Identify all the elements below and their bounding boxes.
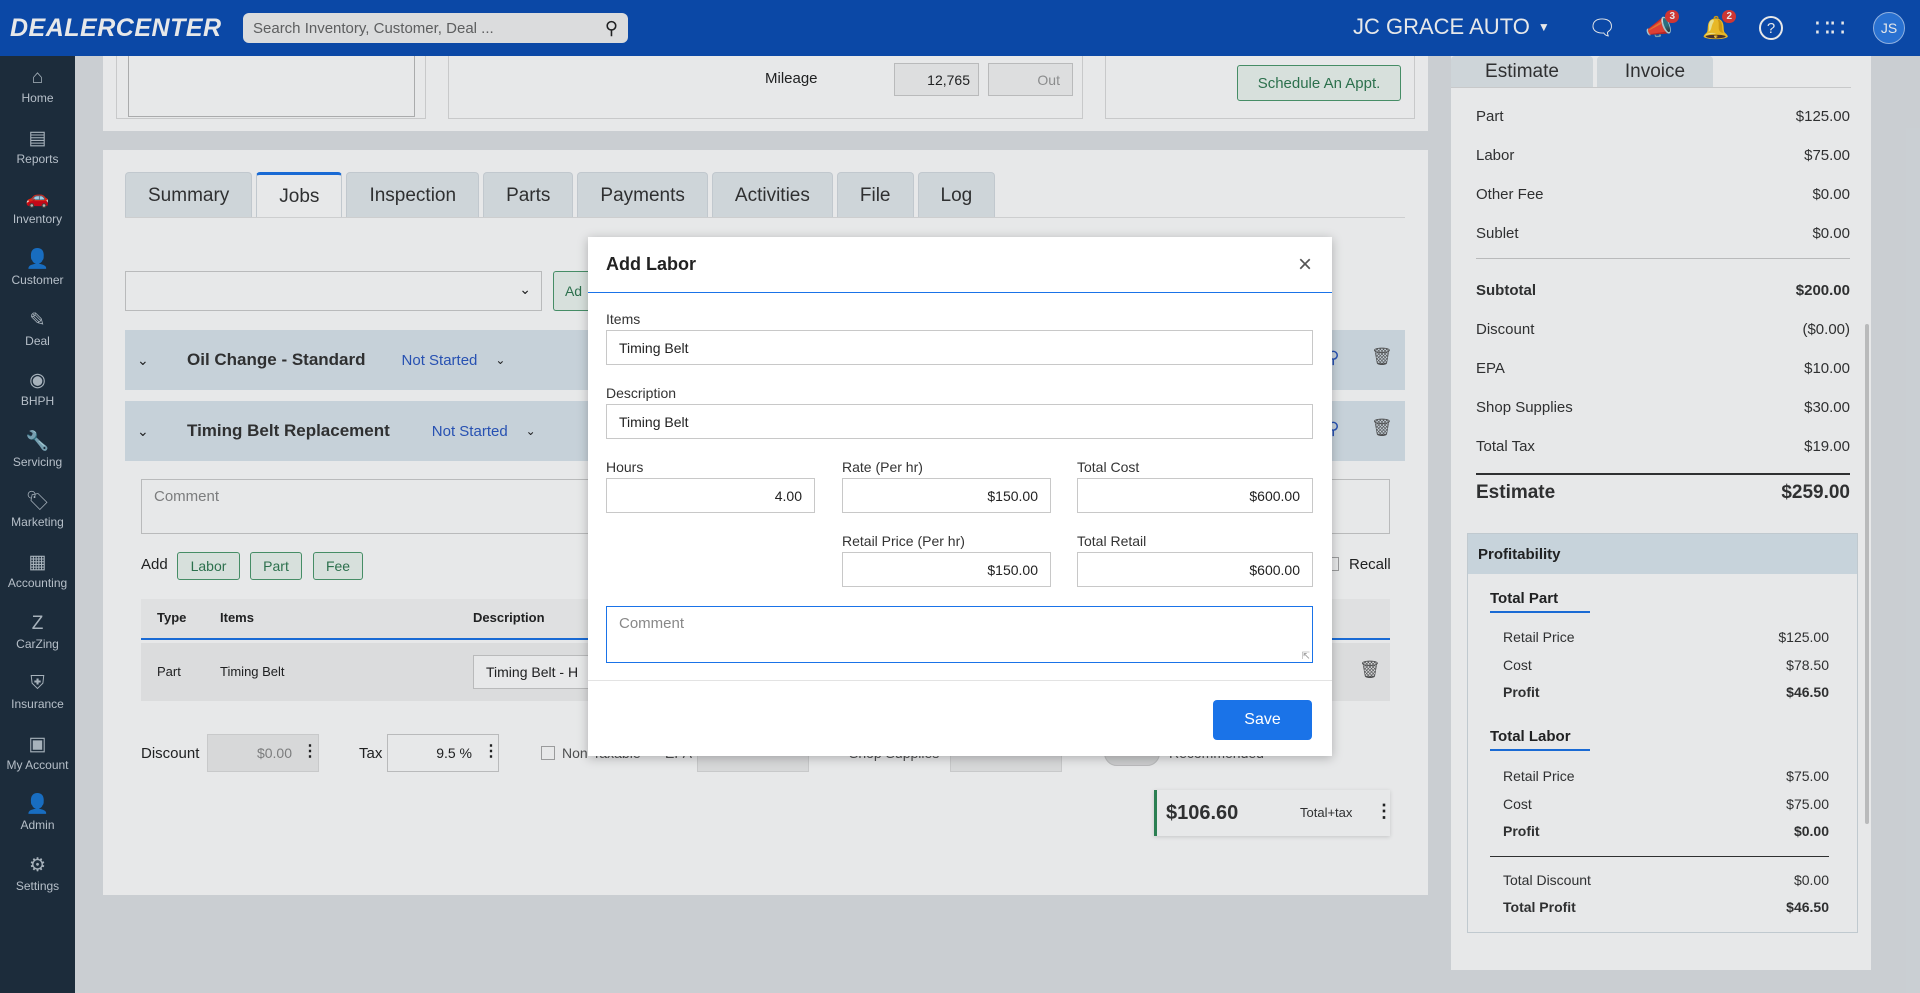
total-retail-input[interactable]: $600.00	[1077, 552, 1313, 587]
total-retail-label: Total Retail	[1077, 533, 1147, 549]
resize-handle-icon[interactable]: ⇱	[1302, 651, 1310, 662]
items-input[interactable]: Timing Belt	[606, 330, 1313, 365]
total-cost-input[interactable]: $600.00	[1077, 478, 1313, 513]
modal-title: Add Labor	[606, 254, 696, 274]
rate-label: Rate (Per hr)	[842, 459, 923, 475]
close-icon[interactable]: ×	[1298, 251, 1312, 279]
add-labor-modal: Add Labor × Items Timing Belt Descriptio…	[588, 237, 1332, 756]
retail-price-label: Retail Price (Per hr)	[842, 533, 965, 549]
hours-input[interactable]: 4.00	[606, 478, 815, 513]
modal-comment-textarea[interactable]: Comment ⇱	[606, 606, 1313, 663]
comment-placeholder: Comment	[619, 615, 685, 632]
hours-label: Hours	[606, 459, 644, 475]
save-button[interactable]: Save	[1213, 700, 1312, 740]
modal-footer-divider	[588, 680, 1332, 681]
description-input[interactable]: Timing Belt	[606, 404, 1313, 439]
description-label: Description	[606, 385, 677, 401]
total-cost-label: Total Cost	[1077, 459, 1140, 475]
modal-header: Add Labor ×	[588, 237, 1332, 293]
rate-input[interactable]: $150.00	[842, 478, 1051, 513]
items-label: Items	[606, 311, 641, 327]
retail-price-input[interactable]: $150.00	[842, 552, 1051, 587]
